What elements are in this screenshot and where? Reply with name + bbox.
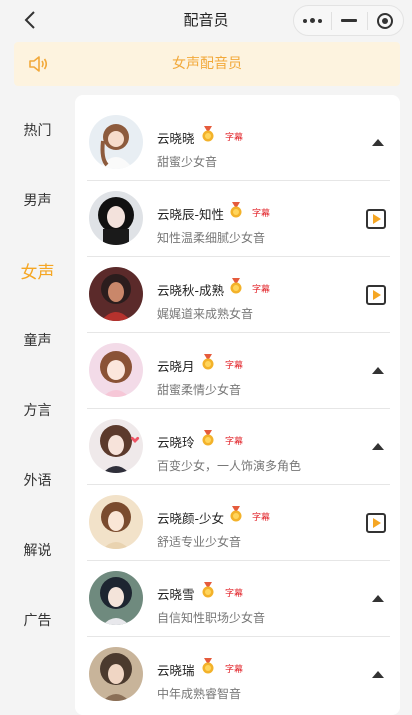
subtitle-tag: 字幕 (225, 665, 244, 675)
play-button[interactable] (366, 285, 386, 305)
play-icon (373, 290, 381, 300)
avatar (89, 191, 143, 245)
nav-bar: 配音员 (0, 0, 412, 40)
medal-icon (202, 354, 214, 370)
play-button[interactable] (366, 513, 386, 533)
banner-title: 女声配音员 (172, 56, 242, 72)
subtitle-tag: 字幕 (225, 437, 244, 447)
play-icon (373, 214, 381, 224)
avatar (89, 115, 143, 169)
subtitle-tag: 字幕 (252, 209, 271, 219)
close-button[interactable] (368, 6, 403, 35)
minus-icon (341, 19, 358, 22)
voice-list: 云晓晓 字幕 甜蜜少女音 云晓辰-知性 字幕 知性温柔细腻少女音 云晓秋-成熟 … (75, 95, 400, 715)
more-button[interactable] (294, 6, 331, 35)
mini-program-capsule (293, 5, 404, 36)
sidebar-item-dialect[interactable]: 方言 (0, 400, 75, 420)
voice-description: 百变少女，一人饰演多角色 (157, 459, 302, 473)
subtitle-tag: 字幕 (252, 513, 271, 523)
voice-row[interactable]: 云晓秋-成熟 字幕 娓娓道来成熟女音 (75, 257, 400, 333)
medal-icon (202, 126, 214, 142)
voice-row[interactable]: 云晓月 字幕 甜蜜柔情少女音 (75, 333, 400, 409)
medal-icon (202, 430, 214, 446)
category-banner: 女声配音员 (14, 42, 400, 86)
avatar (89, 647, 143, 701)
avatar (89, 495, 143, 549)
voice-row[interactable]: 云晓雪 字幕 自信知性职场少女音 (75, 561, 400, 637)
avatar (89, 419, 143, 473)
voice-row[interactable]: 云晓晓 字幕 甜蜜少女音 (75, 105, 400, 181)
collapse-arrow-icon[interactable] (372, 443, 384, 450)
collapse-arrow-icon[interactable] (372, 595, 384, 602)
subtitle-tag: 字幕 (225, 361, 244, 371)
sidebar-item-female[interactable]: 女声 (0, 258, 75, 283)
medal-icon (230, 202, 242, 218)
voice-description: 中年成熟睿智音 (157, 687, 242, 701)
voice-description: 娓娓道来成熟女音 (157, 307, 254, 321)
voice-description: 甜蜜柔情少女音 (157, 383, 242, 397)
voice-description: 自信知性职场少女音 (157, 611, 266, 625)
collapse-arrow-icon[interactable] (372, 367, 384, 374)
sidebar-item-hot[interactable]: 热门 (0, 120, 75, 140)
sidebar-item-child[interactable]: 童声 (0, 330, 75, 350)
sidebar-item-narration[interactable]: 解说 (0, 540, 75, 560)
voice-description: 舒适专业少女音 (157, 535, 242, 549)
more-dots-icon (302, 18, 322, 23)
medal-icon (202, 658, 214, 674)
play-icon (373, 518, 381, 528)
subtitle-tag: 字幕 (252, 285, 271, 295)
avatar (89, 571, 143, 625)
voice-row[interactable]: 云晓瑞 字幕 中年成熟睿智音 (75, 637, 400, 713)
subtitle-tag: 字幕 (225, 133, 244, 143)
voice-name: 云晓晓 (157, 131, 195, 146)
play-button[interactable] (366, 209, 386, 229)
medal-icon (230, 278, 242, 294)
collapse-arrow-icon[interactable] (372, 671, 384, 678)
voice-row[interactable]: 云晓颜-少女 字幕 舒适专业少女音 (75, 485, 400, 561)
sidebar-item-ad[interactable]: 广告 (0, 610, 75, 630)
voice-name: 云晓雪 (157, 587, 195, 602)
voice-row[interactable]: 云晓玲 字幕 百变少女，一人饰演多角色 (75, 409, 400, 485)
avatar (89, 267, 143, 321)
voice-name: 云晓玲 (157, 435, 195, 450)
voice-row[interactable]: 云晓辰-知性 字幕 知性温柔细腻少女音 (75, 181, 400, 257)
medal-icon (202, 582, 214, 598)
target-icon (377, 12, 394, 29)
collapse-arrow-icon[interactable] (372, 139, 384, 146)
voice-name: 云晓月 (157, 359, 195, 374)
voice-name: 云晓秋-成熟 (157, 283, 225, 298)
voice-name: 云晓辰-知性 (157, 207, 225, 222)
sidebar-item-male[interactable]: 男声 (0, 190, 75, 210)
medal-icon (230, 506, 242, 522)
voice-description: 甜蜜少女音 (157, 155, 218, 169)
avatar (89, 343, 143, 397)
sidebar-item-foreign[interactable]: 外语 (0, 470, 75, 490)
voice-name: 云晓瑞 (157, 663, 195, 678)
voice-description: 知性温柔细腻少女音 (157, 231, 266, 245)
voice-name: 云晓颜-少女 (157, 511, 225, 526)
minimize-button[interactable] (332, 6, 367, 35)
subtitle-tag: 字幕 (225, 589, 244, 599)
